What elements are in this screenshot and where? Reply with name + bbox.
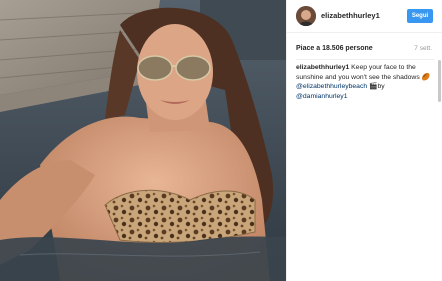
mention-link-beach[interactable]: @elizabethhurleybeach	[296, 83, 367, 90]
post-photo[interactable]	[0, 0, 286, 281]
caption-by: by	[377, 83, 385, 90]
scrollbar[interactable]	[438, 60, 441, 102]
football-emoji: 🏉	[421, 73, 431, 81]
mention-link-damian[interactable]: @damianhurley1	[296, 93, 348, 100]
clapperboard-emoji: 🎬	[369, 83, 378, 90]
post-sidebar: elizabethhurley1 Segui Piace a 18.506 pe…	[286, 0, 442, 281]
caption: elizabethhurley1 Keep your face to the s…	[296, 63, 434, 101]
divider	[296, 59, 434, 60]
likes-count[interactable]: Piace a 18.506 persone	[296, 45, 373, 52]
post-header: elizabethhurley1 Segui	[287, 0, 442, 33]
caption-username[interactable]: elizabethhurley1	[296, 64, 349, 71]
post-time[interactable]: 7 sett.	[414, 45, 432, 52]
likes-row: Piace a 18.506 persone 7 sett.	[296, 45, 436, 55]
instagram-post: elizabethhurley1 Segui Piace a 18.506 pe…	[0, 0, 442, 281]
header-username[interactable]: elizabethhurley1	[321, 11, 380, 20]
photo-illustration	[0, 0, 286, 281]
follow-button[interactable]: Segui	[407, 9, 433, 23]
avatar-image-icon	[296, 6, 316, 26]
avatar[interactable]	[296, 6, 316, 26]
